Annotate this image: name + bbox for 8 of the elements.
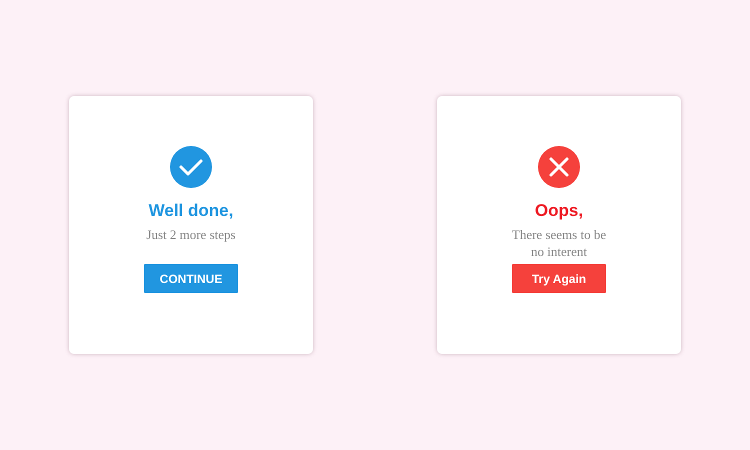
checkmark-icon [170,146,212,188]
continue-button[interactable]: CONTINUE [144,264,238,293]
card-message: Just 2 more steps [146,226,236,244]
card-message: There seems to be no interent [512,226,606,261]
card-title: Well done, [148,200,234,222]
card-title: Oops, [534,200,584,222]
close-icon [538,146,580,188]
retry-button[interactable]: Try Again [512,264,606,293]
